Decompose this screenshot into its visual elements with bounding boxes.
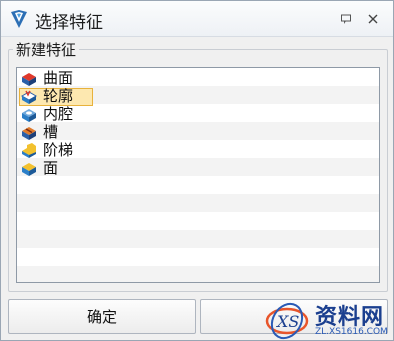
list-item-surface[interactable]: 曲面 [19,69,359,88]
list-item-step[interactable]: 阶梯 [19,141,359,160]
list-item-slot[interactable]: 槽 [19,123,359,142]
list-stripe [17,248,379,266]
cavity-icon [21,107,37,123]
profile-icon [20,89,38,105]
watermark-logo-text: XS [275,312,299,331]
list-item-face[interactable]: 面 [19,159,359,178]
select-feature-dialog: 选择特征 新建特征 曲面 轮廓 内腔 槽 阶梯 面 确定 XS 资料网 ZL.X… [0,0,394,341]
list-item-label: 阶梯 [43,141,74,159]
close-icon[interactable] [365,11,381,27]
app-logo-icon [9,9,29,29]
surface-icon [21,71,37,87]
list-item-profile[interactable]: 轮廓 [19,87,359,106]
list-stripe [17,230,379,248]
list-stripe [17,194,379,212]
list-item-cavity[interactable]: 内腔 [19,105,359,124]
pin-icon[interactable] [338,11,354,27]
list-item-label: 槽 [43,123,59,141]
feature-list[interactable]: 曲面 轮廓 内腔 槽 阶梯 面 [16,67,380,283]
list-stripe [17,266,379,282]
watermark: XS 资料网 ZL.XS1616.COM [263,297,393,341]
face-icon [21,161,37,177]
list-item-label: 轮廓 [43,87,74,105]
list-item-label: 曲面 [43,69,74,87]
list-item-label: 面 [43,159,59,177]
list-stripe [17,212,379,230]
list-item-label: 内腔 [43,105,74,123]
list-stripe [17,176,379,194]
watermark-url: ZL.XS1616.COM [315,327,388,337]
watermark-logo-icon: XS [265,302,309,340]
step-icon [21,143,37,159]
ok-button[interactable]: 确定 [8,299,196,334]
window-title: 选择特征 [35,13,103,33]
group-label: 新建特征 [13,39,80,60]
title-bar[interactable]: 选择特征 [1,1,393,37]
slot-icon [21,125,37,141]
